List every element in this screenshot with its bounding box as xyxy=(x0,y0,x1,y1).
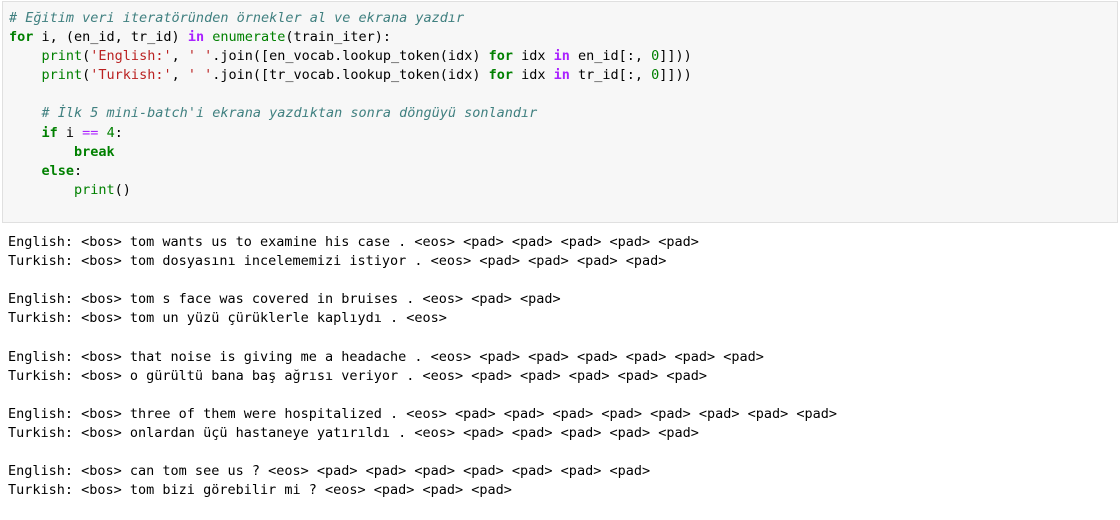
output-line: Turkish: <bos> o gürültü bana baş ağrısı… xyxy=(8,367,707,384)
code-token: , xyxy=(171,48,188,65)
code-token: for xyxy=(488,48,513,65)
code-token: # Eğitim veri iteratöründen örnekler al … xyxy=(9,10,465,26)
code-line[interactable] xyxy=(9,85,692,104)
code-token: in xyxy=(553,48,570,65)
code-token: break xyxy=(74,143,115,160)
code-token: : xyxy=(114,124,123,141)
code-line[interactable]: # İlk 5 mini-batch'i ekrana yazdıktan so… xyxy=(9,104,692,123)
code-token: ' ' xyxy=(187,67,213,84)
code-token: if xyxy=(41,124,58,141)
code-token: enumerate xyxy=(212,29,286,46)
code-token: i xyxy=(57,124,83,141)
output-line: Turkish: <bos> tom bizi görebilir mi ? <… xyxy=(8,482,512,499)
code-line[interactable]: print('English:', ' '.join([en_vocab.loo… xyxy=(9,47,692,66)
code-token: print xyxy=(41,48,83,65)
code-token: print xyxy=(41,67,83,84)
code-token: # İlk 5 mini-batch'i ekrana yazdıktan so… xyxy=(41,105,538,122)
code-token: : xyxy=(74,162,83,179)
code-line[interactable]: for i, (en_id, tr_id) in enumerate(train… xyxy=(9,28,692,47)
code-line[interactable]: if i == 4: xyxy=(9,124,692,143)
output-line: English: <bos> three of them were hospit… xyxy=(8,405,838,422)
code-token: in xyxy=(187,29,205,46)
code-token: 'English:' xyxy=(90,48,172,65)
code-token: ]])) xyxy=(659,48,692,65)
code-cell[interactable]: # Eğitim veri iteratöründen örnekler al … xyxy=(2,1,1118,223)
output-line: English: <bos> tom s face was covered in… xyxy=(8,291,561,308)
output-line: Turkish: <bos> tom un yüzü çürüklerle ka… xyxy=(8,310,447,327)
code-token: 'Turkish:' xyxy=(90,67,172,84)
code-token: print xyxy=(74,181,115,198)
code-line[interactable]: else: xyxy=(9,162,692,181)
code-line[interactable]: print('Turkish:', ' '.join([tr_vocab.loo… xyxy=(9,66,692,85)
code-token: ]])) xyxy=(659,67,692,84)
code-token: idx xyxy=(512,67,554,84)
code-line[interactable]: # Eğitim veri iteratöründen örnekler al … xyxy=(9,9,692,28)
code-token: () xyxy=(114,181,131,198)
code-token: idx xyxy=(512,48,554,65)
code-token: tr_id[:, xyxy=(569,67,652,84)
code-token: else xyxy=(41,162,75,179)
code-token: ' ' xyxy=(187,48,213,65)
code-token: in xyxy=(553,67,570,84)
code-token: for xyxy=(9,29,34,46)
code-token: 4 xyxy=(106,124,115,141)
code-token: , xyxy=(171,67,188,84)
code-editor[interactable]: # Eğitim veri iteratöründen örnekler al … xyxy=(9,9,692,200)
code-line[interactable]: break xyxy=(9,143,692,162)
output-line: English: <bos> tom wants us to examine h… xyxy=(8,234,699,250)
output-line: English: <bos> that noise is giving me a… xyxy=(8,348,764,365)
code-token: .join([tr_vocab.lookup_token(idx) xyxy=(212,67,489,84)
output-line: English: <bos> can tom see us ? <eos> <p… xyxy=(8,463,651,480)
code-token: == xyxy=(82,124,99,141)
code-line[interactable]: print() xyxy=(9,181,692,200)
code-token: for xyxy=(488,67,513,84)
code-token: i, (en_id, tr_id) xyxy=(33,29,188,46)
output-line: Turkish: <bos> onlardan üçü hastaneye ya… xyxy=(8,424,699,441)
code-token: .join([en_vocab.lookup_token(idx) xyxy=(212,48,489,65)
cell-output: English: <bos> tom wants us to examine h… xyxy=(8,233,837,500)
code-token: en_id[:, xyxy=(569,48,652,65)
notebook: # Eğitim veri iteratöründen örnekler al … xyxy=(0,0,1120,520)
output-line: Turkish: <bos> tom dosyasını incelememiz… xyxy=(8,253,667,270)
code-token: (train_iter): xyxy=(285,29,392,46)
